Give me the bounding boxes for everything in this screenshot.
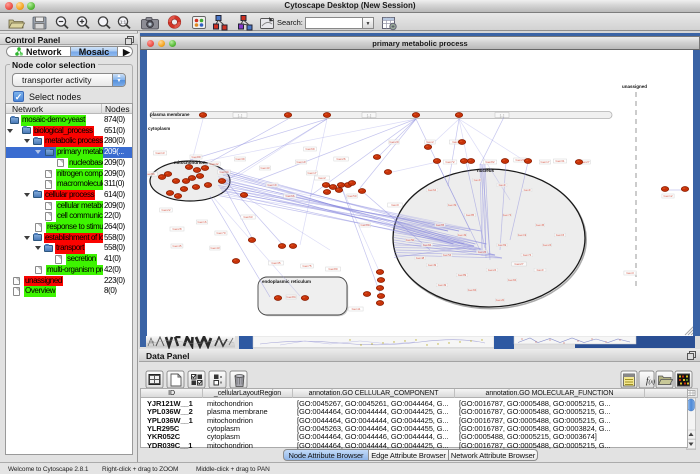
svg-text:Gen74: Gen74: [503, 213, 512, 217]
svg-text:mitochondrion: mitochondrion: [174, 160, 206, 165]
svg-text:Gen72: Gen72: [445, 160, 454, 164]
svg-text:plasma membrane: plasma membrane: [150, 112, 190, 117]
svg-text:Gen19: Gen19: [296, 160, 305, 164]
svg-text:Gen12: Gen12: [663, 194, 672, 198]
svg-text:Gen69: Gen69: [498, 243, 507, 247]
svg-text:Gen66: Gen66: [285, 194, 294, 198]
svg-text:[...]: [...]: [238, 113, 243, 117]
svg-text:Gen49: Gen49: [438, 283, 447, 287]
svg-text:unassigned: unassigned: [622, 84, 647, 89]
svg-text:cytoplasm: cytoplasm: [148, 126, 170, 131]
svg-text:Gen80: Gen80: [360, 223, 369, 227]
svg-text:Gen20: Gen20: [496, 298, 505, 302]
svg-text:endoplasmic reticulum: endoplasmic reticulum: [262, 279, 311, 284]
svg-text:Gen85: Gen85: [466, 213, 475, 217]
svg-text:Gen28: Gen28: [172, 227, 181, 231]
svg-text:Gen84: Gen84: [423, 243, 432, 247]
svg-text:Gen84: Gen84: [508, 278, 517, 282]
svg-text:Gen26: Gen26: [336, 157, 345, 161]
svg-text:Gen17: Gen17: [540, 160, 549, 164]
svg-text:Gen50: Gen50: [406, 238, 415, 242]
svg-text:Gen45: Gen45: [172, 244, 181, 248]
svg-text:Gen35: Gen35: [271, 261, 280, 265]
svg-text:Gen39: Gen39: [448, 203, 457, 207]
svg-text:Gen69: Gen69: [305, 147, 314, 151]
svg-text:Gen75: Gen75: [302, 264, 311, 268]
svg-text:Gen15: Gen15: [556, 233, 565, 237]
svg-text:Gen20: Gen20: [515, 158, 524, 162]
svg-text:[...]: [...]: [500, 113, 505, 117]
svg-text:Gen80: Gen80: [328, 267, 337, 271]
svg-text:Gen19: Gen19: [267, 183, 276, 187]
svg-text:Gen16: Gen16: [197, 220, 206, 224]
svg-text:Gen11: Gen11: [352, 307, 361, 311]
svg-text:Gen84: Gen84: [468, 288, 477, 292]
svg-text:Gen43: Gen43: [260, 166, 269, 170]
svg-text:Gen9: Gen9: [524, 188, 531, 192]
svg-text:Gen31: Gen31: [555, 159, 564, 163]
svg-text:1:1: 1:1: [120, 20, 127, 25]
svg-text:Gen19: Gen19: [518, 233, 527, 237]
svg-text:Gen49: Gen49: [458, 233, 467, 237]
svg-text:nucleus: nucleus: [477, 168, 495, 173]
svg-text:Gen89: Gen89: [458, 273, 467, 277]
svg-text:Gen50: Gen50: [347, 194, 356, 198]
svg-text:Gen22: Gen22: [161, 208, 170, 212]
svg-text:Gen17: Gen17: [307, 171, 316, 175]
svg-text:Gen9: Gen9: [499, 183, 506, 187]
svg-text:Gen54: Gen54: [147, 172, 155, 176]
svg-text:Gen89: Gen89: [191, 155, 200, 159]
svg-text:Gen13: Gen13: [155, 151, 164, 155]
svg-text:Gen9: Gen9: [474, 178, 481, 182]
svg-text:Gen74: Gen74: [523, 253, 532, 257]
svg-text:Gen48: Gen48: [416, 256, 425, 260]
svg-text:Gen65: Gen65: [436, 223, 445, 227]
svg-text:Gen24: Gen24: [488, 268, 497, 272]
svg-text:Gen42: Gen42: [209, 162, 218, 166]
svg-text:Gen70: Gen70: [216, 231, 225, 235]
svg-text:Gen0: Gen0: [391, 203, 399, 207]
svg-text:Gen30: Gen30: [219, 170, 228, 174]
svg-text:Gen64: Gen64: [428, 188, 437, 192]
svg-text:[...]: [...]: [367, 113, 372, 117]
svg-text:Gen24: Gen24: [543, 243, 552, 247]
svg-text:Gen84: Gen84: [286, 295, 295, 299]
svg-text:Gen45: Gen45: [536, 223, 545, 227]
svg-text:Gen82: Gen82: [485, 160, 494, 164]
svg-text:Gen43: Gen43: [210, 246, 219, 250]
svg-text:Gen0: Gen0: [537, 268, 544, 272]
svg-text:Gen2: Gen2: [318, 176, 326, 180]
svg-text:Gen27: Gen27: [514, 262, 523, 266]
svg-text:Gen63: Gen63: [243, 215, 252, 219]
svg-text:Gen2: Gen2: [426, 140, 434, 144]
svg-text:Gen3: Gen3: [626, 271, 634, 275]
svg-text:Gen26: Gen26: [478, 250, 487, 254]
svg-text:Gen54: Gen54: [443, 253, 452, 257]
svg-text:Gen20: Gen20: [389, 140, 398, 144]
svg-text:Gen39: Gen39: [235, 157, 244, 161]
svg-text:Gen49: Gen49: [428, 263, 437, 267]
